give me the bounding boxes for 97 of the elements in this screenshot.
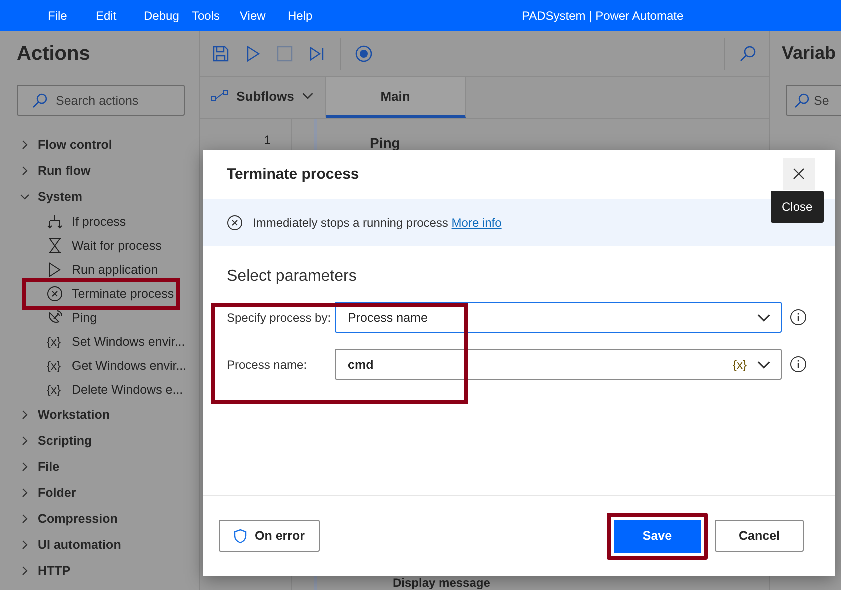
save-icon[interactable] (212, 44, 230, 62)
dialog-title: Terminate process (227, 166, 360, 183)
shield-icon (234, 528, 247, 544)
info-icon[interactable] (790, 309, 807, 326)
action-label: Get Windows envir... (72, 359, 187, 373)
on-error-button[interactable]: On error (219, 520, 320, 552)
tree-group-label: Run flow (38, 164, 91, 178)
menu-item[interactable]: Tools (182, 8, 230, 22)
tree-group[interactable]: File (0, 454, 199, 480)
input-field[interactable]: cmd {x} (335, 349, 782, 380)
chevron-down-icon (302, 90, 314, 102)
tab[interactable]: Main (326, 77, 466, 118)
stop-icon[interactable] (276, 44, 294, 62)
variable-button[interactable]: {x} (732, 358, 747, 372)
section-title: Select parameters (227, 268, 358, 286)
action-label: Terminate process (72, 287, 174, 301)
search-icon[interactable] (739, 44, 757, 62)
chevron-right-icon (20, 566, 30, 576)
action-label: If process (72, 215, 126, 229)
flow-action-title: Display message (393, 577, 490, 590)
chevron-right-icon (20, 488, 30, 498)
tree-group[interactable]: Run flow (0, 158, 199, 184)
tree-group[interactable]: System (0, 184, 199, 210)
terminate-icon (47, 286, 63, 302)
tree-group[interactable]: HTTP (0, 558, 199, 584)
tree-group-label: HTTP (38, 564, 71, 578)
window-title: PADSystem | Power Automate (522, 8, 684, 22)
cancel-button[interactable]: Cancel (715, 520, 804, 552)
action-item[interactable]: {x} Get Windows envir... (0, 354, 191, 378)
tree-group[interactable]: UI automation (0, 532, 199, 558)
tree-group[interactable]: Flow control (0, 132, 199, 158)
chevron-right-icon (20, 410, 30, 420)
action-label: Wait for process (72, 239, 162, 253)
play-icon (47, 262, 63, 278)
record-icon[interactable] (355, 44, 373, 62)
menu-item[interactable]: View (230, 8, 278, 22)
chevron-right-icon (20, 462, 30, 472)
chevron-right-icon (20, 540, 30, 550)
variable-icon: {x} (47, 383, 63, 397)
action-item[interactable]: If process (0, 210, 130, 234)
more-info-link[interactable]: More info (452, 216, 502, 230)
field-label: Process name: (227, 358, 308, 372)
action-label: Run application (72, 263, 158, 277)
action-label: Ping (72, 311, 98, 325)
action-item[interactable]: Wait for process (0, 234, 166, 258)
variable-icon: {x} (47, 359, 63, 373)
chevron-right-icon (20, 166, 30, 176)
close-icon (793, 168, 805, 180)
tree-group[interactable]: Folder (0, 480, 199, 506)
line-number: 1 (264, 133, 271, 147)
tree-group-label: Flow control (38, 138, 112, 152)
close-button[interactable] (783, 158, 815, 190)
tree-group-label: UI automation (38, 538, 122, 552)
tree-group[interactable]: Scripting (0, 428, 199, 454)
menu-item[interactable]: Edit (86, 8, 134, 22)
step-icon[interactable] (308, 44, 326, 62)
tree-group-label: Workstation (38, 408, 110, 422)
action-item[interactable]: {x} Set Windows envir... (0, 330, 190, 354)
panel-title: Variab (782, 43, 838, 65)
branch-icon (47, 214, 63, 230)
tree-group[interactable]: Workstation (0, 402, 199, 428)
menu-item[interactable]: Debug (134, 8, 182, 22)
terminate-icon (227, 214, 243, 230)
search-field[interactable]: Search actions (17, 85, 185, 116)
variable-icon: {x} (47, 335, 63, 349)
tree-group[interactable]: Compression (0, 506, 199, 532)
chevron-right-icon (20, 140, 30, 150)
action-item[interactable]: Ping (0, 306, 102, 330)
search-field[interactable]: Se (786, 85, 841, 116)
info-icon[interactable] (790, 356, 807, 373)
menu-item[interactable]: Help (278, 8, 326, 22)
hourglass-icon (47, 238, 63, 254)
action-item[interactable]: {x} Delete Windows e... (0, 378, 188, 402)
subflow-icon (210, 89, 229, 103)
tree-group-label: File (38, 460, 60, 474)
action-item[interactable]: Run application (0, 258, 162, 282)
tree-group-label: System (38, 190, 82, 204)
search-icon (32, 92, 48, 108)
flow-action-title: Ping (370, 135, 400, 151)
tree-group-label: Compression (38, 512, 118, 526)
action-label: Delete Windows e... (72, 383, 184, 397)
action-label: Set Windows envir... (72, 335, 186, 349)
chevron-down-icon (20, 192, 30, 202)
satellite-dish-icon (47, 310, 63, 326)
description: Immediately stops a running process More info (253, 216, 502, 230)
panel-title: Actions (17, 43, 92, 67)
chevron-right-icon (20, 514, 30, 524)
save-button[interactable]: Save (607, 512, 708, 560)
action-item[interactable]: Terminate process (26, 282, 176, 306)
field-label: Specify process by: (227, 310, 332, 324)
menu-item[interactable]: File (38, 8, 86, 22)
tree-group-label: Folder (38, 486, 76, 500)
dropdown[interactable]: Process name (335, 302, 782, 333)
search-icon (794, 92, 810, 108)
chevron-right-icon (20, 436, 30, 446)
tooltip: Close (771, 191, 824, 223)
tree-group-label: Scripting (38, 434, 92, 448)
